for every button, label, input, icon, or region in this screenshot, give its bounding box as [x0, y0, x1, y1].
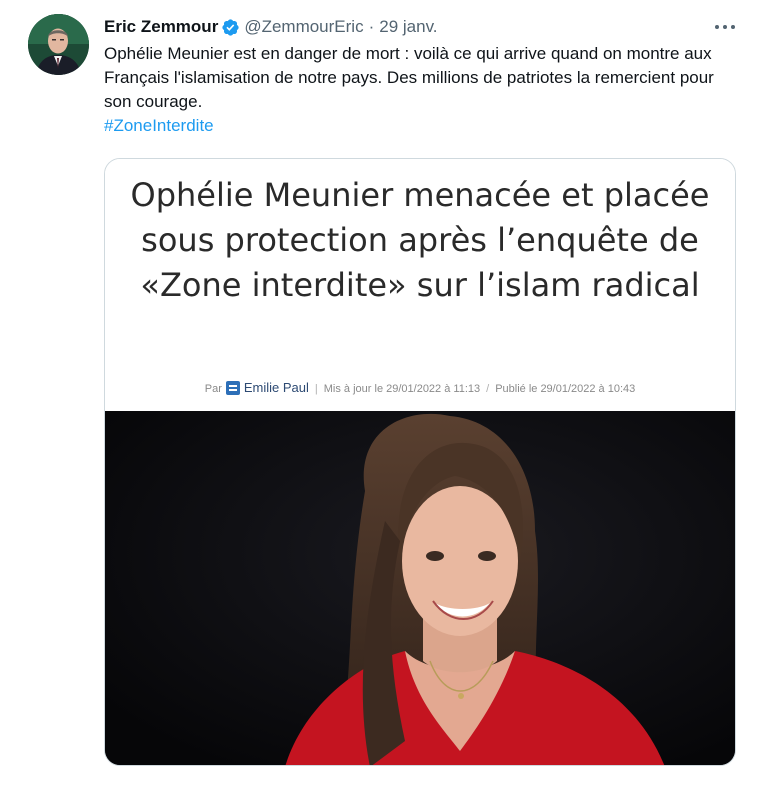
- tweet-date[interactable]: 29 janv.: [379, 17, 437, 37]
- byline-author: Emilie Paul: [243, 380, 309, 395]
- byline-updated: Mis à jour le 29/01/2022 à 11:13: [323, 383, 481, 395]
- more-options-icon[interactable]: [712, 17, 738, 37]
- hashtag-link[interactable]: #ZoneInterdite: [104, 116, 214, 135]
- byline-separator: /: [486, 383, 490, 395]
- tweet-body: Ophélie Meunier est en danger de mort : …: [104, 44, 714, 111]
- article-byline: Par Emilie Paul | Mis à jour le 29/01/2022 …: [105, 380, 735, 395]
- more-dot: [715, 25, 719, 29]
- article-headline: Ophélie Meunier menacée et placée sous p…: [130, 176, 710, 304]
- more-dot: [731, 25, 735, 29]
- media-card[interactable]: Ophélie Meunier menacée et placée sous p…: [104, 158, 736, 766]
- byline-prefix: Par: [204, 383, 222, 395]
- author-handle[interactable]: @ZemmourEric: [244, 17, 363, 37]
- tweet[interactable]: Eric Zemmour @ZemmourEric · 29 janv. Oph…: [0, 0, 768, 785]
- author-name[interactable]: Eric Zemmour: [104, 17, 218, 37]
- avatar-image: [28, 14, 89, 75]
- avatar[interactable]: [28, 14, 89, 75]
- verified-badge-icon: [222, 18, 239, 36]
- tweet-text: Ophélie Meunier est en danger de mort : …: [104, 42, 744, 138]
- byline-separator: |: [314, 383, 318, 395]
- separator-dot: ·: [368, 17, 375, 36]
- article-photo[interactable]: [105, 411, 735, 765]
- author-icon: [225, 381, 240, 395]
- article-screenshot-header: Ophélie Meunier menacée et placée sous p…: [105, 159, 735, 411]
- more-dot: [723, 25, 727, 29]
- tweet-header: Eric Zemmour @ZemmourEric · 29 janv.: [104, 15, 438, 39]
- portrait-photo: [105, 411, 735, 765]
- byline-published: Publié le 29/01/2022 à 10:43: [495, 383, 636, 395]
